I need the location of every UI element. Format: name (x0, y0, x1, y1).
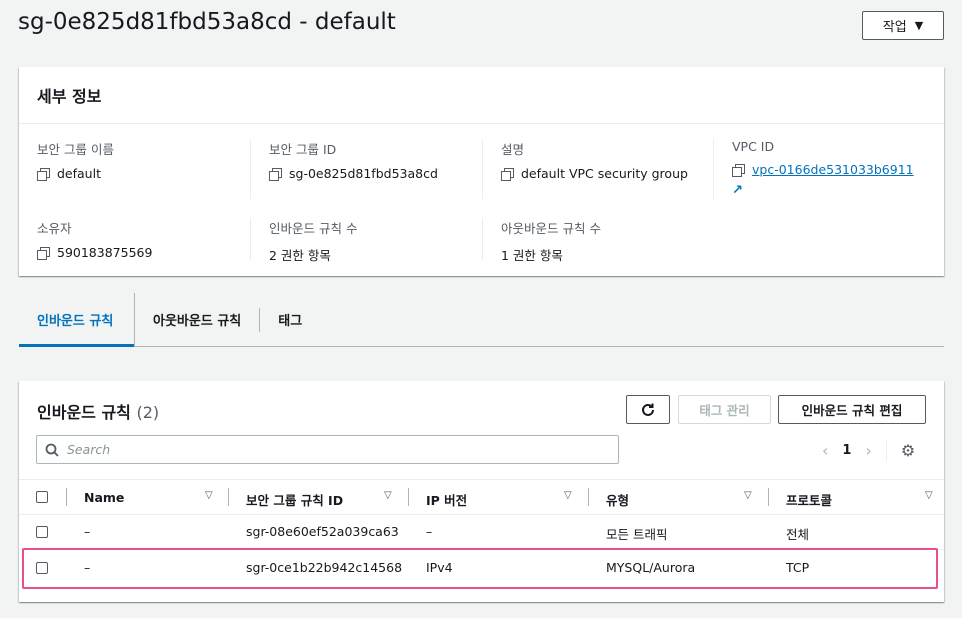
cell-protocol: 전체 (786, 527, 810, 542)
field-owner: 소유자 590183875569 (37, 218, 152, 260)
field-label: 보안 그룹 ID (269, 142, 337, 157)
rules-title-text: 인바운드 규칙 (37, 403, 131, 422)
copy-icon[interactable] (37, 167, 50, 181)
field-label: 설명 (501, 142, 525, 157)
caret-down-icon: ▼ (914, 19, 924, 32)
field-inbound-count: 인바운드 규칙 수 2 권한 항목 (269, 218, 357, 264)
field-value: 1 권한 항목 (501, 248, 563, 263)
page-title: sg-0e825d81fbd53a8cd - default (18, 9, 396, 35)
copy-icon[interactable] (732, 163, 745, 177)
field-value: 2 권한 항목 (269, 248, 331, 263)
cell-rule-id: sgr-0ce1b22b942c14568 (246, 560, 403, 575)
sort-caret-icon[interactable]: ▽ (205, 490, 213, 501)
chevron-left-icon[interactable]: ‹ (822, 441, 828, 460)
edit-inbound-rules-button[interactable]: 인바운드 규칙 편집 (778, 395, 926, 424)
cell-type: 모든 트래픽 (606, 527, 668, 542)
cell-protocol: TCP (786, 560, 810, 575)
column-header-type[interactable]: 유형 (606, 490, 629, 509)
cell-ip-version: – (426, 524, 433, 539)
vpc-id-link[interactable]: vpc-0166de531033b6911 (752, 162, 914, 177)
column-separator (768, 488, 769, 506)
rules-title: 인바운드 규칙 (2) (37, 399, 159, 423)
divider (482, 218, 483, 260)
divider (713, 139, 714, 199)
field-sg-name: 보안 그룹 이름 default (37, 139, 114, 181)
sort-caret-icon[interactable]: ▽ (384, 490, 392, 501)
search-icon (45, 443, 59, 457)
field-description: 설명 default VPC security group (501, 139, 688, 181)
rules-count: (2) (136, 403, 160, 422)
row-checkbox[interactable] (36, 562, 48, 574)
column-header-name[interactable]: Name (84, 490, 124, 505)
table-header: Name ▽ 보안 그룹 규칙 ID ▽ IP 버전 ▽ 유형 ▽ 프로토콜 ▽ (19, 479, 944, 515)
copy-icon[interactable] (269, 167, 282, 181)
copy-icon[interactable] (501, 167, 514, 181)
tab-inbound-rules[interactable]: 인바운드 규칙 (19, 293, 135, 347)
divider (885, 439, 887, 461)
gear-icon[interactable]: ⚙ (901, 441, 915, 460)
cell-name: – (84, 560, 91, 575)
cell-rule-id: sgr-08e60ef52a039ca63 (246, 524, 399, 539)
column-header-protocol[interactable]: 프로토콜 (786, 490, 832, 509)
divider (250, 139, 251, 199)
field-label: 소유자 (37, 221, 72, 236)
field-label: 보안 그룹 이름 (37, 142, 114, 157)
cell-ip-version: IPv4 (426, 560, 453, 575)
actions-label: 작업 (882, 20, 907, 35)
column-separator (66, 488, 67, 506)
sort-caret-icon[interactable]: ▽ (925, 490, 933, 501)
table-row[interactable]: – sgr-0ce1b22b942c14568 IPv4 MYSQL/Auror… (19, 550, 944, 586)
copy-icon[interactable] (37, 246, 50, 260)
field-value: sg-0e825d81fbd53a8cd (289, 166, 438, 181)
field-label: VPC ID (732, 139, 775, 154)
column-header-ip-version[interactable]: IP 버전 (426, 490, 467, 509)
chevron-right-icon[interactable]: › (865, 441, 871, 460)
manage-tags-button[interactable]: 태그 관리 (678, 395, 771, 424)
sort-caret-icon[interactable]: ▽ (744, 490, 752, 501)
refresh-button[interactable] (626, 395, 670, 424)
field-sg-id: 보안 그룹 ID sg-0e825d81fbd53a8cd (269, 139, 438, 181)
search-box (36, 435, 619, 464)
details-header: 세부 정보 (19, 67, 944, 124)
divider (482, 139, 483, 199)
column-separator (228, 488, 229, 506)
row-checkbox[interactable] (36, 526, 48, 538)
field-label: 인바운드 규칙 수 (269, 221, 358, 236)
tab-tags[interactable]: 태그 (260, 308, 320, 332)
refresh-icon (642, 403, 654, 416)
field-label: 아웃바운드 규칙 수 (501, 221, 601, 236)
table-row[interactable]: – sgr-08e60ef52a039ca63 – 모든 트래픽 전체 (19, 514, 944, 550)
select-all-checkbox[interactable] (36, 491, 48, 503)
field-value: 590183875569 (57, 245, 153, 260)
search-input[interactable] (67, 442, 587, 457)
cell-name: – (84, 524, 91, 539)
details-panel: 세부 정보 보안 그룹 이름 default 보안 그룹 ID sg-0e825… (19, 67, 944, 276)
pagination: ‹ 1 › ⚙ (822, 439, 915, 461)
actions-dropdown-button[interactable]: 작업 ▼ (862, 11, 944, 40)
column-header-rule-id[interactable]: 보안 그룹 규칙 ID (246, 490, 343, 509)
cell-type: MYSQL/Aurora (606, 560, 696, 575)
tab-bar: 인바운드 규칙 아웃바운드 규칙 태그 (19, 293, 944, 347)
inbound-rules-panel: 인바운드 규칙 (2) 태그 관리 인바운드 규칙 편집 ‹ 1 › ⚙ Nam… (19, 381, 944, 602)
field-value: default (57, 166, 101, 181)
page-number[interactable]: 1 (842, 443, 851, 458)
tab-outbound-rules[interactable]: 아웃바운드 규칙 (135, 307, 261, 332)
column-separator (408, 488, 409, 506)
field-outbound-count: 아웃바운드 규칙 수 1 권한 항목 (501, 218, 601, 264)
field-vpc-id: VPC ID vpc-0166de531033b6911 ↗ (732, 139, 914, 198)
sort-caret-icon[interactable]: ▽ (564, 490, 572, 501)
divider (250, 218, 251, 260)
external-link-icon[interactable]: ↗ (732, 183, 743, 198)
field-value: default VPC security group (521, 166, 688, 181)
column-separator (588, 488, 589, 506)
